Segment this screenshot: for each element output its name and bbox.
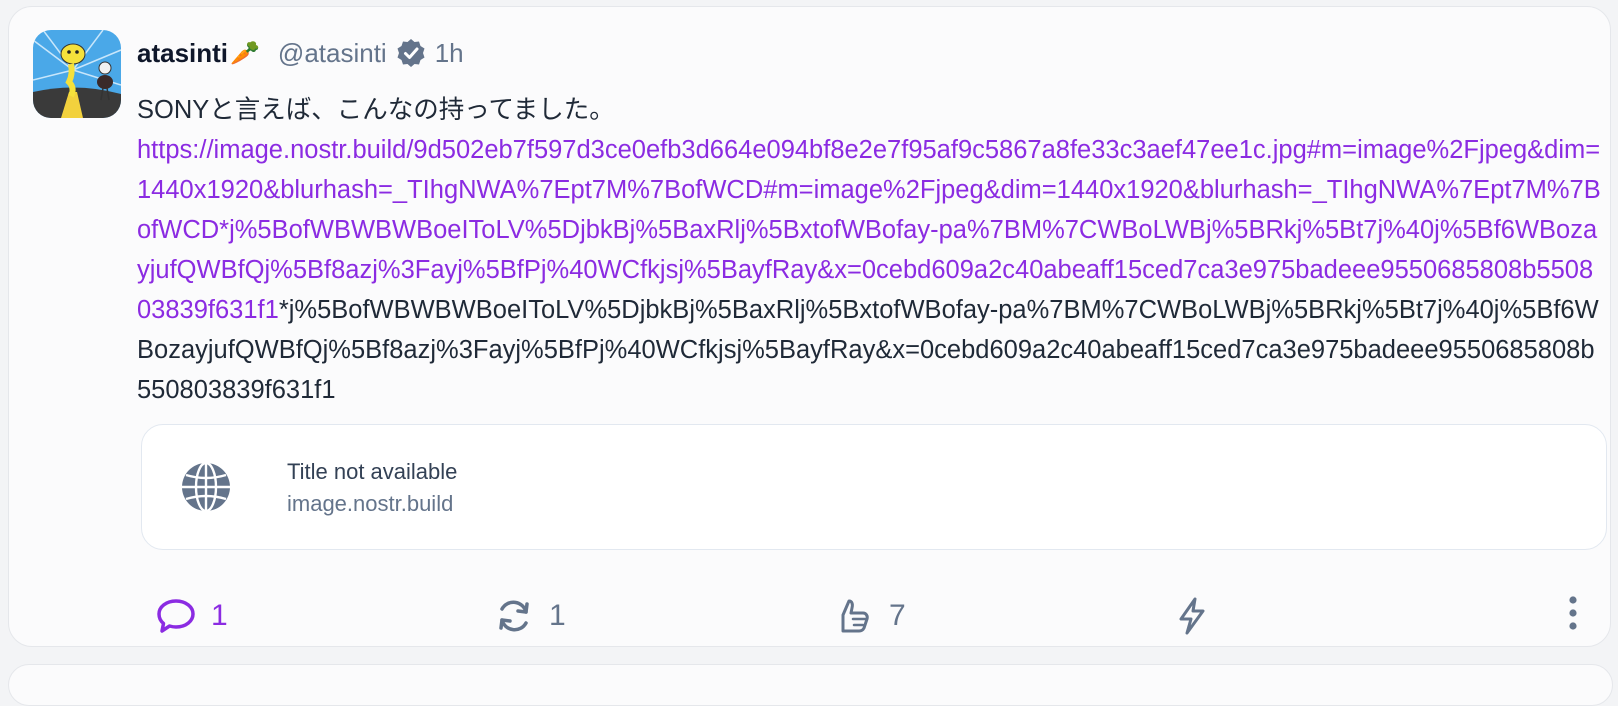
post-time[interactable]: 1h <box>435 38 464 69</box>
next-post-card <box>8 664 1613 706</box>
post-card: atasinti 🥕 @atasinti 1h SONYと言えば、こんなの持って… <box>8 6 1611 647</box>
link-preview-card[interactable]: Title not available image.nostr.build <box>141 424 1607 550</box>
post-trailing-text: *j%5BofWBWBWBoeIToLV%5DjbkBj%5BaxRlj%5Bx… <box>137 296 1599 404</box>
post-content: SONYと言えば、こんなの持ってました。 https://image.nostr… <box>137 90 1607 410</box>
like-icon <box>841 599 869 633</box>
avatar[interactable] <box>33 30 121 118</box>
preview-title: Title not available <box>287 459 458 484</box>
reply-button[interactable]: 1 <box>155 595 228 637</box>
repost-count: 1 <box>549 599 566 632</box>
post-text: SONYと言えば、こんなの持ってました。 <box>137 96 615 124</box>
reply-count: 1 <box>211 599 228 632</box>
zap-icon <box>1179 597 1205 635</box>
preview-domain: image.nostr.build <box>287 491 454 516</box>
verified-badge-icon <box>397 39 425 67</box>
like-count: 7 <box>889 599 906 632</box>
reply-icon <box>157 599 195 633</box>
post-actions: 1 1 7 <box>9 567 1610 657</box>
globe-icon <box>182 461 230 513</box>
like-button[interactable]: 7 <box>833 595 906 637</box>
avatar-image <box>33 30 121 118</box>
author-handle[interactable]: @atasinti <box>278 38 387 69</box>
zap-button[interactable] <box>1171 595 1227 637</box>
post-header: atasinti 🥕 @atasinti 1h <box>137 33 464 73</box>
author-name[interactable]: atasinti <box>137 38 228 69</box>
more-vertical-icon[interactable] <box>1559 593 1587 633</box>
repost-button[interactable]: 1 <box>493 595 566 637</box>
repost-icon <box>499 600 529 632</box>
author-emoji: 🥕 <box>230 39 260 67</box>
